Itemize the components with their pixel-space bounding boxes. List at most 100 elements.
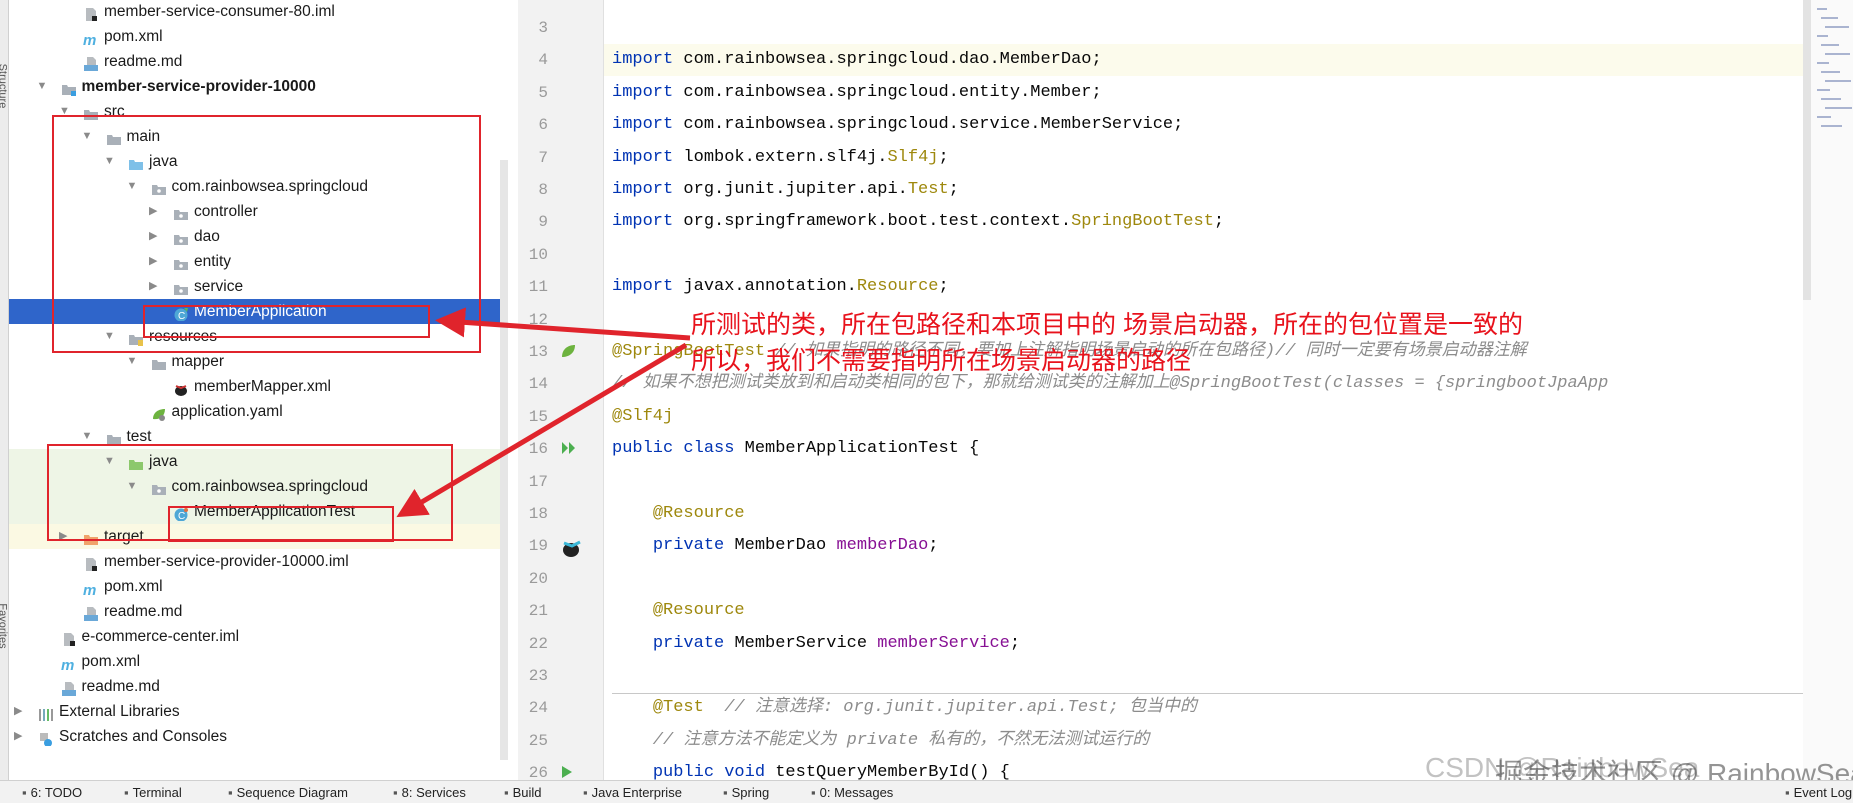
structure-tool-tab[interactable]: Structure bbox=[0, 64, 8, 109]
collapsed-arrow-icon[interactable]: ▶ bbox=[14, 699, 22, 724]
expanded-arrow-icon[interactable]: ▼ bbox=[37, 74, 48, 99]
code-line[interactable]: private MemberService memberService; bbox=[612, 628, 1020, 660]
code-token: memberService bbox=[877, 633, 1010, 653]
maven-file-icon: m bbox=[83, 579, 99, 599]
line-number: 9 bbox=[538, 213, 548, 232]
sequence-diagram-icon: ▪ bbox=[228, 785, 233, 800]
code-line[interactable]: @Resource bbox=[612, 595, 745, 627]
code-token: Slf4j bbox=[887, 147, 939, 167]
line-number: 10 bbox=[528, 245, 548, 264]
line-number: 14 bbox=[528, 375, 548, 394]
line-number: 3 bbox=[538, 19, 548, 37]
tree-item[interactable]: ▶ Scratches and Consoles bbox=[9, 724, 508, 749]
tool-window-button-java-enterprise[interactable]: ▪ Java Enterprise bbox=[583, 785, 682, 800]
code-line[interactable]: public class MemberApplicationTest { bbox=[612, 433, 979, 465]
tree-item[interactable]: e-commerce-center.iml bbox=[9, 624, 508, 649]
annotation-line-2: 所以，我们不需要指明所在场景启动器的路径 bbox=[691, 347, 1192, 375]
code-line[interactable]: import com.rainbowsea.springcloud.entity… bbox=[612, 77, 1102, 109]
tree-item-label: readme.md bbox=[104, 53, 183, 70]
editor-scrollbar[interactable] bbox=[1803, 0, 1811, 300]
todo-icon: ▪ bbox=[22, 785, 27, 800]
tree-item[interactable]: m pom.xml bbox=[9, 649, 508, 674]
spring-bean-icon[interactable] bbox=[560, 343, 576, 364]
tool-window-button-messages[interactable]: ▪ 0: Messages bbox=[811, 785, 893, 800]
tool-window-button-todo[interactable]: ▪ 6: TODO bbox=[22, 785, 82, 800]
code-token: // 注意选择: org.junit.jupiter.api.Test; 包当中… bbox=[703, 698, 1197, 718]
code-line[interactable]: // 注意方法不能定义为 private 私有的，不然无法测试运行的 bbox=[612, 725, 1149, 757]
code-line[interactable]: import org.springframework.boot.test.con… bbox=[612, 206, 1224, 238]
run-all-icon[interactable] bbox=[560, 440, 578, 461]
code-editor[interactable]: import com.rainbowsea.springcloud.dao.Me… bbox=[604, 0, 1804, 780]
tool-window-label: 6: TODO bbox=[30, 785, 83, 800]
minimap-mark bbox=[1817, 89, 1830, 91]
tree-item[interactable]: ▶ External Libraries bbox=[9, 699, 508, 724]
code-token: @Resource bbox=[652, 504, 745, 523]
tool-window-button-build[interactable]: ▪ Build bbox=[504, 785, 542, 800]
code-token: private bbox=[652, 536, 735, 556]
collapsed-arrow-icon[interactable]: ▶ bbox=[14, 724, 22, 749]
favorites-tool-tab[interactable]: Favorites bbox=[0, 603, 9, 648]
code-token: private bbox=[652, 633, 735, 653]
tree-item[interactable]: m pom.xml bbox=[9, 574, 508, 599]
tree-item-label: pom.xml bbox=[104, 28, 163, 45]
tree-item[interactable]: member-service-consumer-80.iml bbox=[9, 0, 508, 24]
tool-window-button-event-log[interactable]: ▪ Event Log bbox=[1785, 785, 1852, 800]
code-line[interactable]: @Test // 注意选择: org.junit.jupiter.api.Tes… bbox=[612, 692, 1197, 724]
code-token: MemberService bbox=[734, 633, 878, 653]
code-token: public void bbox=[652, 763, 776, 780]
code-token: ; bbox=[938, 277, 949, 297]
tree-item[interactable]: m pom.xml bbox=[9, 24, 508, 49]
tool-window-label: 8: Services bbox=[401, 785, 466, 800]
spring-yaml-icon bbox=[151, 404, 167, 421]
minimap-mark bbox=[1825, 53, 1850, 55]
code-line[interactable]: import com.rainbowsea.springcloud.servic… bbox=[612, 109, 1183, 141]
code-line[interactable]: public void testQueryMemberById() { bbox=[612, 757, 1010, 780]
tree-item[interactable]: readme.md bbox=[9, 599, 508, 624]
iml-file-icon bbox=[61, 629, 77, 646]
tool-window-label: Sequence Diagram bbox=[236, 785, 348, 800]
markdown-file-icon bbox=[83, 604, 99, 621]
code-line[interactable]: import com.rainbowsea.springcloud.dao.Me… bbox=[612, 44, 1102, 76]
tree-item[interactable]: member-service-provider-10000.iml bbox=[9, 549, 508, 574]
code-token: import bbox=[612, 212, 684, 232]
code-token: org.springframework.boot.test.context. bbox=[683, 212, 1072, 232]
code-token: com.rainbowsea.springcloud.dao.MemberDao… bbox=[683, 50, 1102, 70]
code-token: import bbox=[612, 82, 684, 102]
code-token: import bbox=[612, 115, 684, 135]
tool-window-button-sequence-diagram[interactable]: ▪ Sequence Diagram bbox=[228, 785, 348, 800]
tool-window-button-terminal[interactable]: ▪ Terminal bbox=[124, 785, 182, 800]
method-separator bbox=[612, 693, 1812, 694]
markdown-file-icon bbox=[61, 679, 77, 696]
minimap-mark bbox=[1825, 26, 1849, 28]
tree-item[interactable]: readme.md bbox=[9, 49, 508, 74]
code-line[interactable]: private MemberDao memberDao; bbox=[612, 530, 939, 562]
tool-window-button-spring[interactable]: ▪ Spring bbox=[723, 785, 769, 800]
tool-window-button-services[interactable]: ▪ 8: Services bbox=[393, 785, 466, 800]
project-tree-scrollbar[interactable] bbox=[500, 160, 508, 760]
tree-item[interactable]: readme.md bbox=[9, 674, 508, 699]
tree-item[interactable]: application.yaml bbox=[9, 399, 508, 424]
code-token: import bbox=[612, 50, 684, 70]
tree-item-label: External Libraries bbox=[59, 703, 180, 720]
mybatis-bird-icon[interactable] bbox=[560, 537, 582, 564]
code-line[interactable]: import lombok.extern.slf4j.Slf4j; bbox=[612, 142, 949, 174]
line-number: 21 bbox=[528, 602, 548, 621]
markdown-file-icon bbox=[83, 54, 99, 71]
line-number: 25 bbox=[528, 731, 548, 750]
code-line[interactable]: @Resource bbox=[612, 498, 745, 530]
mybatis-file-icon bbox=[173, 379, 189, 396]
module-folder-icon bbox=[61, 79, 77, 96]
code-line[interactable]: import javax.annotation.Resource; bbox=[612, 271, 949, 303]
code-line[interactable]: @Slf4j bbox=[612, 401, 673, 433]
minimap-mark bbox=[1817, 62, 1829, 64]
spring-icon: ▪ bbox=[723, 785, 728, 800]
tree-item[interactable]: ▼ member-service-provider-10000 bbox=[9, 74, 508, 99]
code-token: testQueryMemberById() { bbox=[775, 763, 1010, 780]
code-token: public class bbox=[612, 439, 745, 459]
code-line[interactable]: import org.junit.jupiter.api.Test; bbox=[612, 174, 959, 206]
tree-item[interactable]: memberMapper.xml bbox=[9, 374, 508, 399]
